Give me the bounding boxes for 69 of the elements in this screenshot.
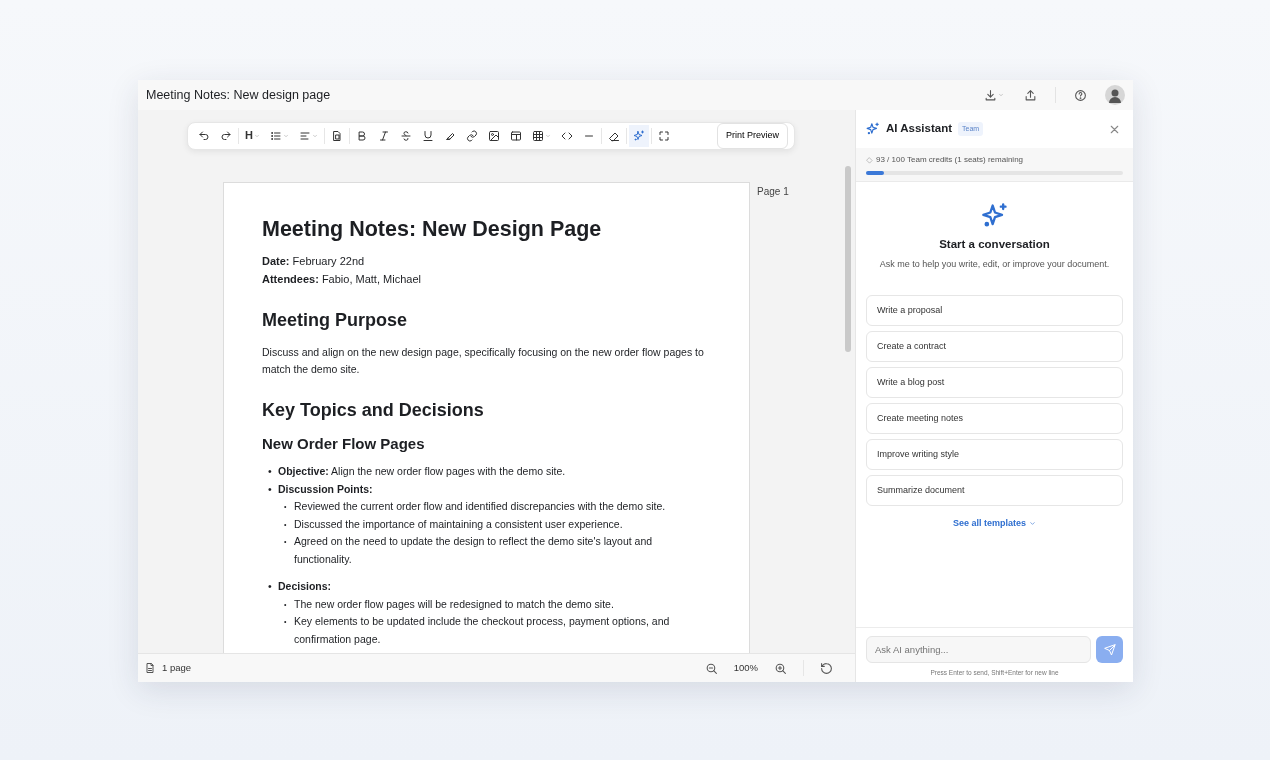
zoom-level: 100% xyxy=(733,660,758,675)
strikethrough-icon xyxy=(399,129,412,142)
italic-icon xyxy=(377,129,390,142)
see-all-templates-link[interactable]: See all templates xyxy=(946,515,1042,532)
download-icon xyxy=(984,88,997,102)
template-button[interactable]: Write a proposal xyxy=(866,294,1123,326)
link-icon xyxy=(465,129,478,142)
sparkle-icon xyxy=(632,129,645,142)
align-icon xyxy=(298,129,311,142)
meta-line: Date: February 22nd xyxy=(262,254,366,270)
sparkle-icon xyxy=(866,122,880,136)
template-button[interactable]: Write a blog post xyxy=(866,366,1123,398)
template-button[interactable]: Create a contract xyxy=(866,330,1123,362)
template-button[interactable]: Improve writing style xyxy=(866,438,1123,470)
list-item-text: Reviewed the current order flow and identified discrepancies with the demo site. xyxy=(294,500,666,513)
list-item-text: Objective: Align the new order flow pages with the demo site. xyxy=(278,465,566,478)
list-item-text: Agreed on the need to update the design to reflect the demo site's layout and functionality. xyxy=(294,535,653,565)
heading-button[interactable]: H xyxy=(241,124,264,147)
caret-icon xyxy=(544,132,551,139)
underline-icon xyxy=(421,129,434,142)
zoom-out-icon xyxy=(704,661,718,675)
layout-icon xyxy=(509,129,522,142)
list-bullet: • xyxy=(268,579,273,595)
caret-icon xyxy=(253,132,260,139)
page-count: 1 page xyxy=(162,660,192,675)
list-item-text: Decisions: xyxy=(278,580,332,593)
chat-input[interactable]: Ask AI anything... xyxy=(866,636,1091,664)
undo-icon xyxy=(198,129,210,142)
meta-line: Attendees: Fabio, Matt, Michael xyxy=(262,272,422,288)
paragraph: Discuss and align on the new design page, specifically focusing on the new order flow pages to match the demo site. xyxy=(262,344,705,377)
image-icon xyxy=(487,129,500,142)
print-preview-button[interactable]: Print Preview xyxy=(717,123,788,149)
list-item-text: The new order flow pages will be redesigned to match the demo site. xyxy=(294,598,614,610)
list-item-text: Discussed the importance of maintaining a consistent user experience. xyxy=(294,518,623,530)
zoom-in-icon xyxy=(774,661,787,675)
caret-icon xyxy=(998,92,1004,98)
caret-icon xyxy=(282,132,289,139)
list-item-text: Discussion Points: xyxy=(278,483,373,495)
list-bullet: • xyxy=(268,482,273,497)
user-avatar[interactable] xyxy=(1105,85,1125,105)
caret-icon xyxy=(311,132,318,139)
document-heading: Meeting Notes: New Design Page xyxy=(262,216,603,243)
scrollbar-thumb[interactable] xyxy=(845,166,851,352)
upload-icon xyxy=(1024,88,1037,102)
credits-text: 93 / 100 Team credits (1 seats) remaining xyxy=(876,154,1024,166)
fullscreen-icon xyxy=(657,129,670,142)
section-heading: Key Topics and Decisions xyxy=(262,399,485,422)
section-heading: Meeting Purpose xyxy=(262,310,409,332)
sparkle-button[interactable] xyxy=(628,124,649,147)
table-icon xyxy=(531,129,544,142)
document-icon xyxy=(330,129,343,142)
list-item-text: Key elements to be updated include the checkout process, payment options, and confirmation page. xyxy=(294,615,670,645)
redo-icon xyxy=(220,129,232,142)
diamond-icon xyxy=(866,156,873,164)
help-icon xyxy=(1074,88,1087,102)
document-title: Meeting Notes: New design page xyxy=(146,86,331,104)
subsection-heading: New Order Flow Pages xyxy=(262,435,426,454)
caret-icon xyxy=(1029,520,1036,527)
template-button[interactable]: Summarize document xyxy=(866,474,1123,506)
panel-title: AI Assistant xyxy=(886,121,953,137)
empty-state-subtitle: Ask me to help you write, edit, or improve your document. xyxy=(878,258,1111,272)
reset-icon xyxy=(820,661,833,675)
send-icon xyxy=(1103,643,1116,656)
page-label: Page 1 xyxy=(757,184,789,199)
template-button[interactable]: Create meeting notes xyxy=(866,402,1123,434)
empty-state-title: Start a conversation xyxy=(938,237,1051,252)
page-count-icon xyxy=(144,662,156,674)
list-icon xyxy=(269,129,282,142)
list-bullet: • xyxy=(268,464,273,480)
